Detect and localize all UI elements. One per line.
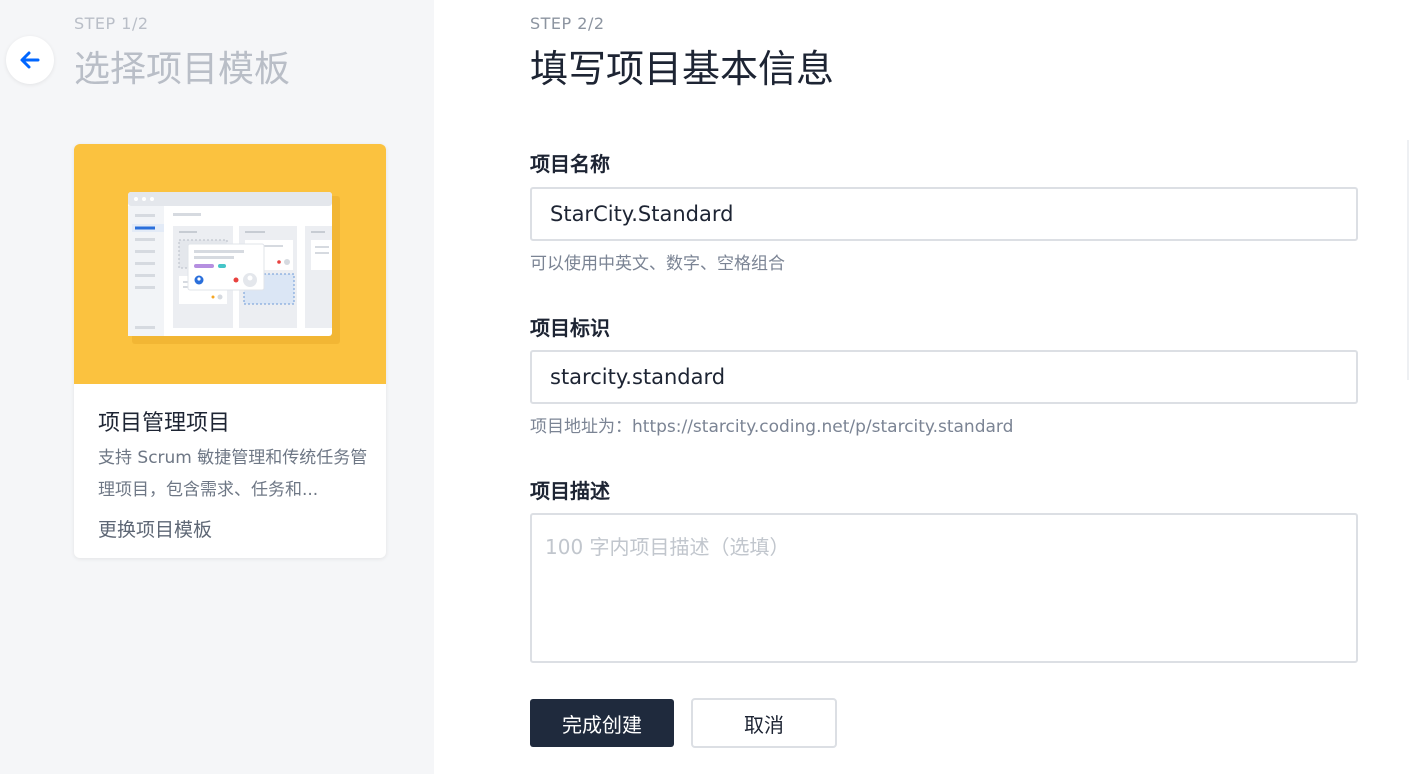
project-description-label: 项目描述 [530,479,610,503]
template-card: 项目管理项目 支持 Scrum 敏捷管理和传统任务管理项目，包含需求、任务和..… [74,144,386,558]
create-button[interactable]: 完成创建 [530,699,674,747]
kanban-illustration-icon [128,192,340,344]
step-indicator-2: STEP 2/2 [530,14,605,33]
project-url-hint: 项目地址为：https://starcity.coding.net/p/star… [530,417,1014,437]
arrow-left-icon [20,51,40,69]
template-illustration [74,144,386,384]
project-description-textarea[interactable] [530,513,1358,663]
change-template-link[interactable]: 更换项目模板 [98,515,212,542]
template-panel: STEP 1/2 选择项目模板 项目管理项目 支持 Scrum 敏捷管理和传统任… [0,0,434,774]
project-name-input[interactable] [530,187,1358,241]
template-step-title: 选择项目模板 [74,49,291,90]
scroll-edge [1407,140,1409,380]
project-identifier-label: 项目标识 [530,316,610,340]
project-identifier-input[interactable] [530,350,1358,404]
cancel-button[interactable]: 取消 [691,698,837,748]
template-name: 项目管理项目 [98,411,231,436]
back-button[interactable] [6,36,54,84]
project-name-label: 项目名称 [530,152,610,176]
step-indicator-1: STEP 1/2 [74,14,149,33]
project-name-hint: 可以使用中英文、数字、空格组合 [530,254,785,274]
page-title: 填写项目基本信息 [530,47,835,91]
template-description: 支持 Scrum 敏捷管理和传统任务管理项目，包含需求、任务和... [98,448,368,500]
